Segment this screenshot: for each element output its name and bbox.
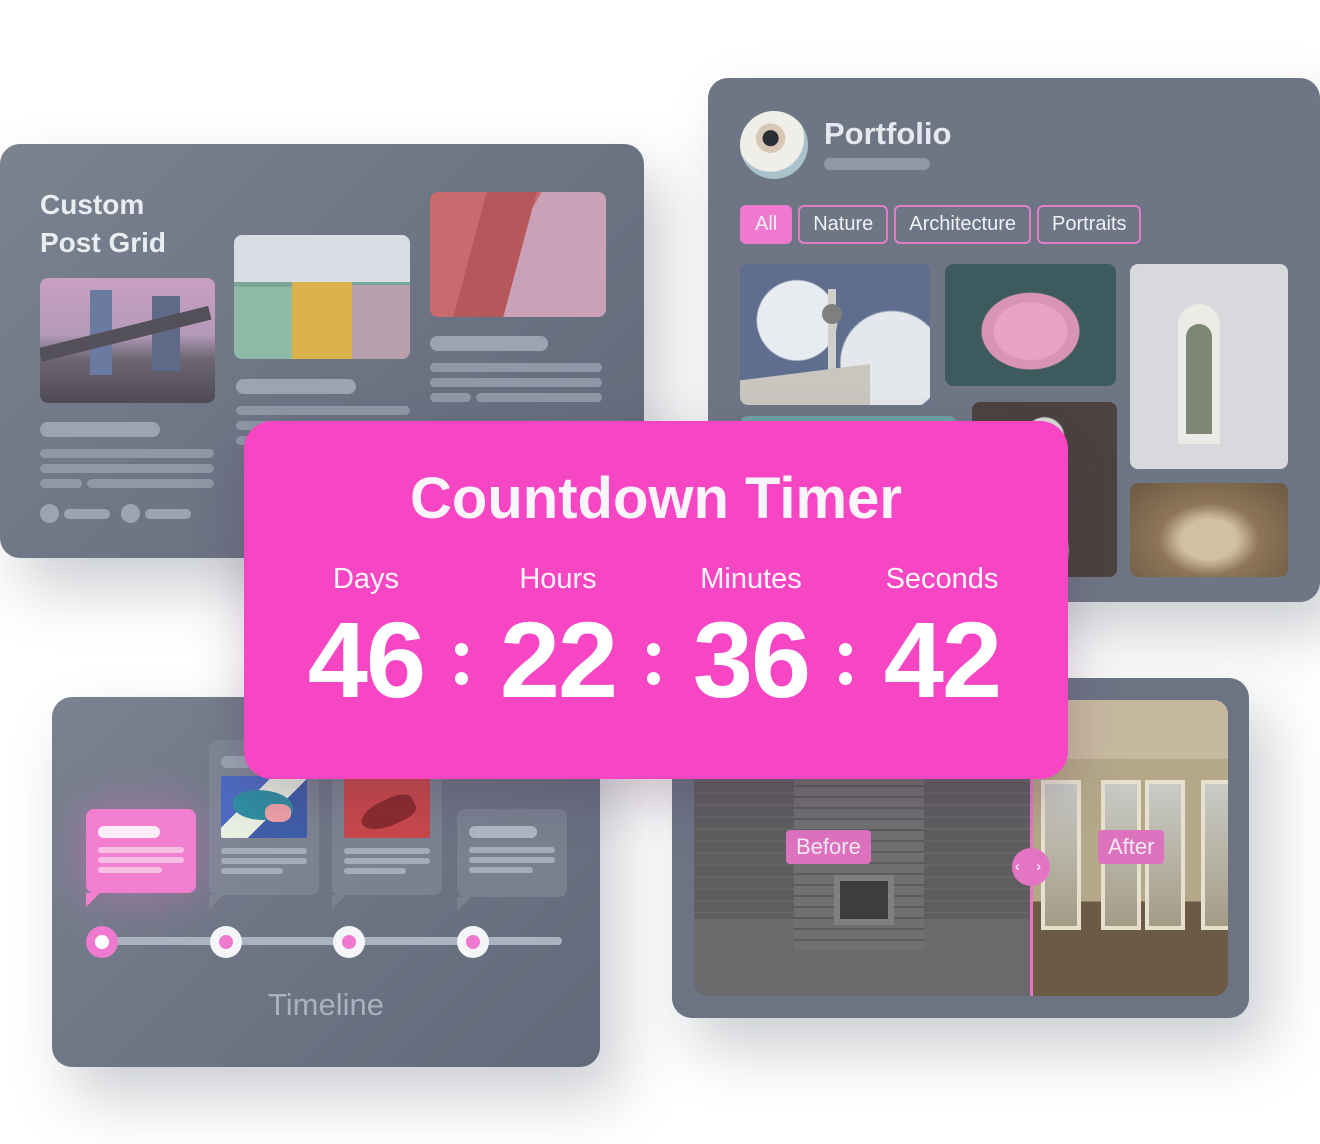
event-title-placeholder [469,826,537,838]
date-icon-placeholder [121,504,140,523]
seconds-value: 42 [883,599,1002,720]
event-text-placeholder [469,847,555,853]
countdown-hours: Hours 22 [463,563,653,720]
window [1041,780,1081,930]
after-label: After [1098,830,1165,864]
filter-tabs: All Nature Architecture Portraits [740,205,1142,244]
post-grid-title: Custom Post Grid [40,186,166,262]
arched-window-photo[interactable] [1130,264,1288,469]
post-title-placeholder [430,336,548,351]
event-text-placeholder [469,857,555,863]
blue-sneaker-photo [221,776,307,838]
colorful-building-photo[interactable] [234,235,410,359]
city-skyline-photo[interactable] [40,278,215,403]
countdown-seconds: Seconds 42 [847,563,1037,720]
event-text-placeholder [221,848,307,854]
event-text-placeholder [344,868,406,874]
post-text-placeholder [430,363,602,372]
filter-portraits[interactable]: Portraits [1036,205,1142,244]
timeline-node-active[interactable] [86,926,118,958]
tv-tower-photo[interactable] [740,264,930,405]
minutes-value: 36 [692,599,811,720]
event-text-placeholder [98,867,162,873]
post-title-placeholder [236,379,356,394]
before-label: Before [786,830,871,864]
portfolio-title: Portfolio [824,116,952,151]
post-text-placeholder [40,464,214,473]
filter-nature[interactable]: Nature [798,205,889,244]
post-text-placeholder [40,479,82,488]
fireplace [834,875,894,925]
countdown-title: Countdown Timer [410,466,902,531]
post-grid-title-line2: Post Grid [40,227,167,258]
slider-handle-arrows-icon[interactable]: ‹ › [1012,848,1050,886]
days-value: 46 [307,599,426,720]
timeline-node[interactable] [210,926,242,958]
hours-label: Hours [519,563,597,595]
red-bridge-photo[interactable] [430,192,606,317]
event-text-placeholder [221,868,283,874]
event-text-placeholder [344,858,430,864]
timeline-node[interactable] [333,926,365,958]
meta-placeholder [64,509,110,519]
author-avatar-placeholder [40,504,59,523]
event-text-placeholder [98,847,184,853]
post-text-placeholder [40,449,214,458]
post-grid-title-line1: Custom [40,189,145,220]
seconds-label: Seconds [885,563,999,595]
arched-corridor-photo[interactable] [1130,483,1288,577]
event-text-placeholder [469,867,533,873]
hours-value: 22 [499,599,618,720]
countdown-minutes: Minutes 36 [656,563,846,720]
event-title-placeholder [98,826,160,838]
window [1201,780,1228,930]
timeline-event-active[interactable] [86,809,196,907]
minutes-label: Minutes [700,563,802,595]
days-label: Days [332,563,400,595]
event-text-placeholder [344,848,430,854]
post-text-placeholder [87,479,214,488]
red-sneaker-photo [344,776,430,838]
meta-placeholder [145,509,191,519]
subtitle-placeholder [824,158,930,170]
countdown-timer-card: Countdown Timer Days 46 Hours 22 Minutes… [244,421,1068,779]
timeline-event[interactable] [457,809,567,911]
lotus-flower-photo[interactable] [945,264,1116,386]
post-text-placeholder [430,393,471,402]
post-text-placeholder [236,406,410,415]
event-text-placeholder [221,858,307,864]
filter-architecture[interactable]: Architecture [894,205,1031,244]
event-text-placeholder [98,857,184,863]
post-text-placeholder [430,378,602,387]
post-title-placeholder [40,422,160,437]
timeline-label: Timeline [268,987,384,1022]
countdown-days: Days 46 [271,563,461,720]
post-text-placeholder [476,393,602,402]
filter-all[interactable]: All [740,205,793,244]
avatar [740,111,808,179]
timeline-node[interactable] [457,926,489,958]
